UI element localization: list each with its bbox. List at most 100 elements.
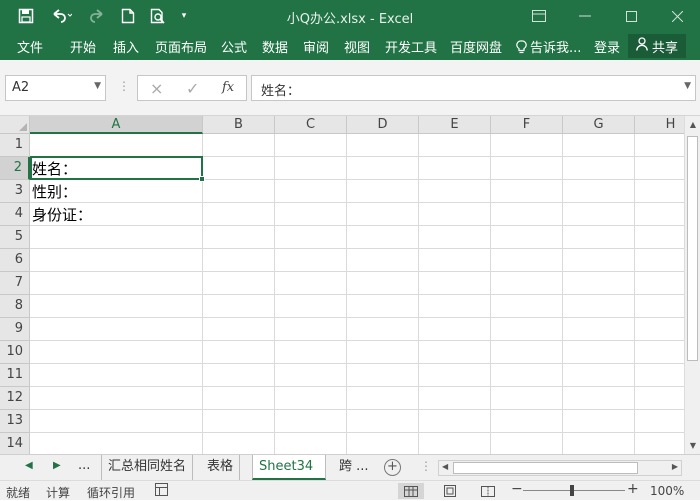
scroll-up-icon[interactable]: ▲: [685, 116, 700, 132]
chevron-down-icon[interactable]: ▼: [94, 81, 101, 91]
row-header-6[interactable]: 6: [0, 249, 30, 272]
login-link[interactable]: 登录: [594, 37, 620, 56]
gridline: [202, 134, 203, 454]
row-header-11[interactable]: 11: [0, 364, 30, 387]
column-header-h[interactable]: H: [635, 116, 684, 134]
insert-function-icon[interactable]: fx: [222, 80, 234, 95]
row-header-9[interactable]: 9: [0, 318, 30, 341]
sheet-nav-more-left[interactable]: ...: [78, 458, 90, 473]
cancel-icon[interactable]: ×: [150, 79, 163, 98]
gridline: [30, 271, 684, 272]
zoom-out-button[interactable]: −: [511, 481, 523, 497]
normal-view-icon[interactable]: [398, 483, 424, 499]
cell-a4[interactable]: 身份证：: [32, 204, 92, 225]
fill-handle[interactable]: [199, 176, 205, 182]
close-icon[interactable]: [654, 0, 700, 32]
cell-a3[interactable]: 性别：: [32, 181, 77, 202]
vertical-scroll-thumb[interactable]: [687, 136, 698, 361]
tab-page-layout[interactable]: 页面布局: [155, 37, 207, 56]
page-break-preview-icon[interactable]: [475, 483, 501, 499]
scroll-left-icon[interactable]: ◀: [442, 462, 448, 471]
name-box[interactable]: A2 ▼: [5, 75, 106, 101]
vertical-scrollbar[interactable]: ▲ ▼: [684, 116, 700, 454]
add-sheet-button[interactable]: +: [384, 459, 401, 476]
gridline: [274, 134, 275, 454]
minimize-icon[interactable]: [562, 0, 608, 32]
sheet-nav-next-icon[interactable]: ▶: [53, 460, 61, 471]
sheet-tab-sheet34[interactable]: Sheet34: [252, 455, 326, 480]
horizontal-scrollbar[interactable]: ◀ ▶: [438, 460, 682, 476]
zoom-in-button[interactable]: +: [627, 481, 639, 497]
column-header-e[interactable]: E: [419, 116, 491, 134]
row-header-3[interactable]: 3: [0, 180, 30, 203]
ribbon-display-options-icon[interactable]: [516, 0, 562, 32]
gridline: [490, 134, 491, 454]
tab-data[interactable]: 数据: [262, 37, 288, 56]
row-header-14[interactable]: 14: [0, 433, 30, 454]
column-header-c[interactable]: C: [275, 116, 347, 134]
row-header-13[interactable]: 13: [0, 410, 30, 433]
gridline: [30, 225, 684, 226]
tab-file[interactable]: 文件: [17, 37, 43, 56]
column-header-f[interactable]: F: [491, 116, 563, 134]
person-icon: [636, 37, 648, 55]
sheet-nav-prev-icon[interactable]: ◀: [25, 460, 33, 471]
sheet-tab-bar: ◀ ▶ ... 汇总相同姓名 表格 Sheet34 跨 ... + ⋮ ◀ ▶: [0, 454, 700, 480]
tell-me-box[interactable]: 告诉我...: [516, 37, 581, 58]
title-bar: ▾ 小Q办公.xlsx - Excel: [0, 0, 700, 32]
page-layout-view-icon[interactable]: [437, 483, 463, 499]
gridline: [418, 134, 419, 454]
tab-formulas[interactable]: 公式: [221, 37, 247, 56]
horizontal-scroll-thumb[interactable]: [453, 462, 638, 474]
tab-review[interactable]: 审阅: [303, 37, 329, 56]
expand-formula-bar-icon[interactable]: ▼: [684, 81, 691, 91]
column-header-d[interactable]: D: [347, 116, 419, 134]
tab-view[interactable]: 视图: [344, 37, 370, 56]
row-header-10[interactable]: 10: [0, 341, 30, 364]
ribbon-tabs: 文件 开始 插入 页面布局 公式 数据 审阅 视图 开发工具 百度网盘 告诉我.…: [0, 32, 700, 60]
active-cell-outline: [30, 156, 205, 182]
zoom-level[interactable]: 100%: [650, 484, 684, 498]
row-header-5[interactable]: 5: [0, 226, 30, 249]
column-header-a[interactable]: A: [30, 116, 203, 134]
row-header-4[interactable]: 4: [0, 203, 30, 226]
status-circular-reference[interactable]: 循环引用: [87, 484, 135, 501]
status-bar: 就绪 计算 循环引用 − + 100%: [0, 480, 700, 500]
gridline: [634, 134, 635, 454]
tab-home[interactable]: 开始: [70, 37, 96, 56]
tab-developer[interactable]: 开发工具: [385, 37, 437, 56]
sheet-tab-表格[interactable]: 表格: [201, 455, 241, 480]
zoom-slider[interactable]: [523, 490, 625, 491]
status-calculate[interactable]: 计算: [46, 484, 70, 501]
formula-input[interactable]: 姓名： ▼: [251, 75, 696, 101]
gridline: [30, 294, 684, 295]
sheet-tab-跨[interactable]: 跨 ...: [333, 455, 375, 480]
column-header-g[interactable]: G: [563, 116, 635, 134]
gridline: [30, 317, 684, 318]
lightbulb-icon: [516, 40, 527, 58]
select-all-button[interactable]: [0, 116, 30, 134]
row-header-12[interactable]: 12: [0, 387, 30, 410]
formula-bar-resize-handle[interactable]: ⋮: [118, 79, 130, 93]
formula-buttons: × ✓ fx: [137, 75, 247, 101]
macro-record-icon[interactable]: [155, 483, 168, 499]
tab-insert[interactable]: 插入: [113, 37, 139, 56]
column-header-b[interactable]: B: [203, 116, 275, 134]
status-ready: 就绪: [6, 486, 31, 500]
worksheet-grid[interactable]: A B C D E F G H 1 2 3 4 5 6 7 8 9 10 11 …: [0, 116, 684, 454]
tab-baidu-netdisk[interactable]: 百度网盘: [450, 37, 502, 56]
row-header-1[interactable]: 1: [0, 134, 30, 157]
sheet-tab-汇总相同姓名[interactable]: 汇总相同姓名: [101, 455, 194, 480]
zoom-slider-thumb[interactable]: [570, 485, 574, 496]
row-header-8[interactable]: 8: [0, 295, 30, 318]
row-header-7[interactable]: 7: [0, 272, 30, 295]
scroll-right-icon[interactable]: ▶: [672, 462, 678, 471]
enter-icon[interactable]: ✓: [186, 79, 199, 98]
gridline: [346, 134, 347, 454]
share-button[interactable]: 共享: [628, 34, 686, 58]
gridline: [30, 202, 684, 203]
scroll-down-icon[interactable]: ▼: [685, 437, 700, 453]
row-header-2[interactable]: 2: [0, 157, 30, 180]
tab-split-handle[interactable]: ⋮: [420, 459, 432, 473]
maximize-icon[interactable]: [608, 0, 654, 32]
